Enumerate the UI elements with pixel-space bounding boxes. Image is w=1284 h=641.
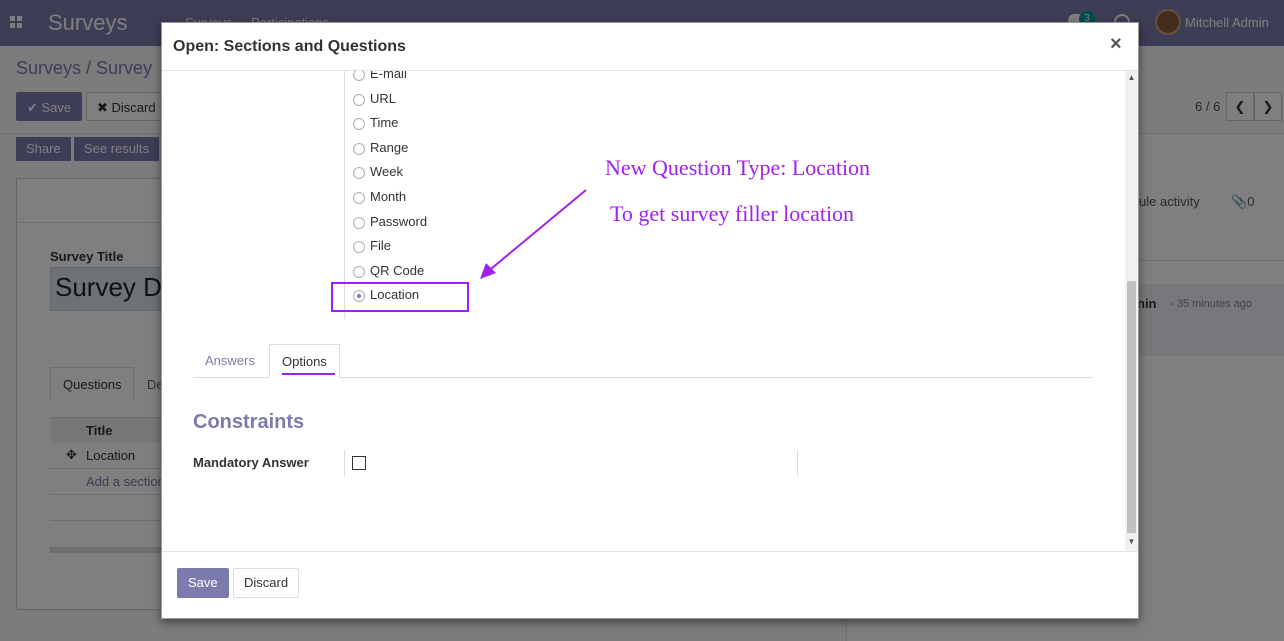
scroll-down-icon[interactable]: ▼ xyxy=(1125,537,1138,547)
radio-label: Time xyxy=(370,115,399,131)
radio-button[interactable] xyxy=(353,71,365,81)
active-tab-underline xyxy=(282,373,335,375)
radio-label: URL xyxy=(370,90,397,106)
modal-footer: Save Discard xyxy=(162,551,1138,618)
radio-button[interactable] xyxy=(353,93,365,106)
question-tabs: Answers Options xyxy=(193,344,1093,378)
scroll-thumb[interactable] xyxy=(1127,281,1136,533)
mandatory-answer-checkbox[interactable] xyxy=(352,456,366,470)
tab-options[interactable]: Options xyxy=(269,344,340,378)
modal-header: Open: Sections and Questions × xyxy=(162,23,1138,71)
radio-button[interactable] xyxy=(353,216,365,229)
radio-label: Week xyxy=(370,164,403,180)
field-divider-right xyxy=(797,450,798,476)
radio-label: Password xyxy=(370,213,428,229)
tab-answers[interactable]: Answers xyxy=(193,344,267,378)
radio-label: QR Code xyxy=(370,262,425,278)
radio-button[interactable] xyxy=(353,192,365,204)
sections-questions-dialog: Open: Sections and Questions × E-mail URL… xyxy=(161,22,1139,619)
radio-label: Range xyxy=(370,139,409,155)
annotation-highlight-box xyxy=(331,282,469,312)
modal-discard-button[interactable]: Discard xyxy=(233,568,300,598)
radio-button[interactable] xyxy=(353,241,365,254)
radio-button[interactable] xyxy=(353,142,365,155)
constraints-heading: Constraints xyxy=(193,411,305,433)
modal-body: E-mail URL Time Range Week Month Password File Q… xyxy=(162,71,1138,551)
annotation-subtitle: To get survey filler location xyxy=(610,201,855,226)
radio-button[interactable] xyxy=(353,265,365,278)
close-icon[interactable]: × xyxy=(1110,33,1122,56)
scroll-up-icon[interactable]: ▲ xyxy=(1125,73,1138,83)
field-divider-left xyxy=(344,450,345,476)
annotation-title: New Question Type: Location xyxy=(605,155,871,180)
radio-button[interactable] xyxy=(353,167,365,180)
radio-label: File xyxy=(370,238,391,254)
radio-label: Month xyxy=(370,189,407,204)
radio-label: E-mail xyxy=(370,71,407,81)
annotation-arrow-icon xyxy=(480,189,587,279)
mandatory-answer-label: Mandatory Answer xyxy=(193,455,309,470)
modal-save-button[interactable]: Save xyxy=(177,568,229,598)
modal-scrollbar[interactable]: ▲ ▼ xyxy=(1125,71,1138,551)
radio-button[interactable] xyxy=(353,118,365,131)
modal-title: Open: Sections and Questions xyxy=(173,38,406,55)
